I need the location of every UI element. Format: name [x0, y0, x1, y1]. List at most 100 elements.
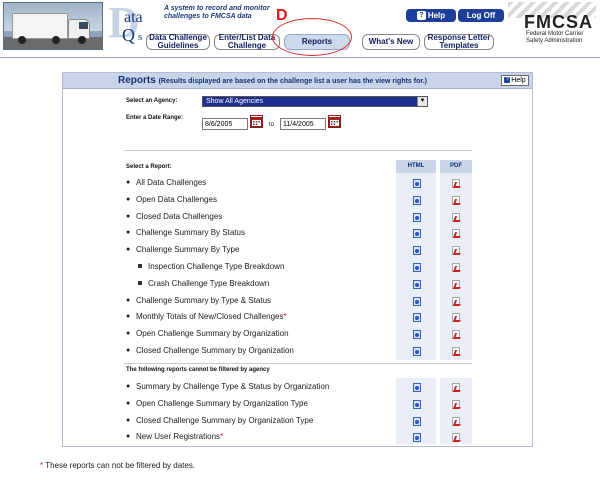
- report-link[interactable]: ● All Data Challenges: [126, 178, 206, 187]
- pdf-report-icon[interactable]: [452, 347, 460, 356]
- report-link[interactable]: Crash Challenge Type Breakdown: [138, 279, 269, 288]
- bullet-icon: ●: [126, 313, 131, 321]
- unfiltered-label: The following reports cannot be filtered…: [126, 367, 270, 373]
- date-to-input[interactable]: 11/4/2005: [280, 118, 326, 130]
- pdf-report-icon[interactable]: [452, 313, 460, 323]
- pdf-report-icon[interactable]: [452, 330, 460, 340]
- report-link[interactable]: ● Monthly Totals of New/Closed Challenges…: [126, 312, 287, 321]
- report-label-text: Challenge Summary By Type: [136, 245, 240, 255]
- pdf-report-icon[interactable]: [452, 399, 460, 409]
- divider: [124, 363, 472, 364]
- bullet-icon: ●: [126, 246, 131, 254]
- report-link[interactable]: ● Challenge Summary by Type & Status: [126, 296, 271, 305]
- panel-title: Reports (Results displayed are based on …: [118, 75, 427, 86]
- date-range-separator: to: [269, 122, 275, 128]
- pdf-report-icon[interactable]: [452, 229, 460, 239]
- divider: [124, 150, 472, 151]
- square-bullet-icon: [138, 264, 142, 269]
- report-label-text: Closed Challenge Summary by Organization: [136, 346, 294, 355]
- agency-select[interactable]: Show All Agencies ▼: [202, 96, 428, 107]
- report-link[interactable]: ● Challenge Summary By Status: [126, 228, 245, 237]
- html-report-icon[interactable]: [413, 279, 421, 289]
- html-report-icon[interactable]: [413, 179, 421, 188]
- help-icon: ?: [504, 77, 511, 83]
- help-button[interactable]: ? Help: [406, 9, 456, 22]
- tab-data-challenge-guidelines[interactable]: Data Challenge Guidelines: [146, 34, 210, 50]
- bullet-icon: ●: [126, 383, 131, 390]
- date-filter-asterisk: *: [283, 312, 287, 322]
- html-report-icon[interactable]: [413, 347, 421, 356]
- bullet-icon: ●: [126, 212, 131, 220]
- page: D ata Q s A system to record and monitor…: [0, 0, 600, 480]
- square-bullet-icon: [138, 281, 142, 286]
- date-from-input[interactable]: 8/6/2005: [202, 118, 248, 130]
- panel-title-note: (Results displayed are based on the chal…: [158, 78, 427, 85]
- report-link[interactable]: ● Open Data Challenges: [126, 195, 217, 204]
- dropdown-arrow-icon[interactable]: ▼: [417, 97, 427, 106]
- html-report-icon[interactable]: [413, 383, 421, 392]
- report-label-text: Summary by Challenge Type & Status by Or…: [136, 382, 330, 391]
- bullet-icon: ●: [126, 347, 131, 354]
- report-label-text: New User Registrations: [136, 432, 221, 442]
- html-report-icon[interactable]: [413, 296, 421, 306]
- date-filter-asterisk: *: [220, 432, 224, 442]
- html-report-icon[interactable]: [413, 433, 421, 443]
- pdf-report-icon[interactable]: [452, 246, 460, 256]
- annotation-marker: D: [276, 7, 288, 24]
- report-link[interactable]: ● Closed Data Challenges: [126, 212, 222, 221]
- report-label-text: All Data Challenges: [136, 178, 207, 187]
- calendar-icon[interactable]: [250, 115, 263, 128]
- tab-enter-list-data-challenge[interactable]: Enter/List Data Challenge: [214, 34, 280, 50]
- html-report-icon[interactable]: [413, 313, 421, 323]
- footnote: * These reports can not be filtered by d…: [40, 461, 196, 470]
- pdf-report-icon[interactable]: [452, 179, 460, 188]
- html-report-icon[interactable]: [413, 229, 421, 239]
- html-report-icon[interactable]: [413, 246, 421, 256]
- logoff-button[interactable]: Log Off: [458, 9, 504, 22]
- tab-response-letter-templates[interactable]: Response Letter Templates: [424, 34, 494, 50]
- calendar-icon[interactable]: [328, 115, 341, 128]
- header-divider: [0, 57, 600, 58]
- report-link[interactable]: ● Closed Challenge Summary by Organizatio…: [126, 346, 294, 355]
- html-report-icon[interactable]: [413, 330, 421, 340]
- pdf-report-icon[interactable]: [452, 433, 460, 443]
- report-link[interactable]: ● Open Challenge Summary by Organization …: [126, 399, 308, 408]
- report-link[interactable]: ● Challenge Summary By Type: [126, 245, 239, 254]
- report-label: Select a Report:: [126, 164, 172, 170]
- html-report-icon[interactable]: [413, 212, 421, 222]
- pdf-report-icon[interactable]: [452, 279, 460, 289]
- report-label-text: Open Challenge Summary by Organization T…: [136, 398, 308, 408]
- report-label-text: Open Challenge Summary by Organization: [136, 329, 289, 339]
- panel-header: Reports (Results displayed are based on …: [63, 73, 532, 89]
- bullet-icon: ●: [126, 195, 131, 203]
- html-report-icon[interactable]: [413, 195, 421, 205]
- report-label-text: Challenge Summary by Type & Status: [136, 295, 272, 305]
- html-report-icon[interactable]: [413, 416, 421, 426]
- bullet-icon: ●: [126, 296, 131, 304]
- fmcsa-subtitle: Federal Motor Carrier Safety Administrat…: [526, 31, 584, 44]
- report-link[interactable]: ● New User Registrations*: [126, 432, 223, 441]
- bullet-icon: ●: [126, 416, 131, 424]
- report-link[interactable]: ● Closed Challenge Summary by Organizatio…: [126, 416, 313, 425]
- truck-photo: [3, 2, 103, 50]
- report-label-text: Crash Challenge Type Breakdown: [148, 278, 270, 288]
- pdf-report-icon[interactable]: [452, 383, 460, 392]
- report-link[interactable]: Inspection Challenge Type Breakdown: [138, 262, 284, 271]
- report-link[interactable]: ● Open Challenge Summary by Organization: [126, 329, 289, 338]
- tab-whats-new[interactable]: What's New: [362, 34, 420, 50]
- report-label-text: Closed Challenge Summary by Organization…: [136, 415, 314, 425]
- pdf-report-icon[interactable]: [452, 195, 460, 205]
- report-link[interactable]: ● Summary by Challenge Type & Status by O…: [126, 382, 329, 391]
- html-report-icon[interactable]: [413, 399, 421, 409]
- panel-help-button[interactable]: ? Help: [501, 75, 529, 86]
- pdf-report-icon[interactable]: [452, 212, 460, 222]
- bullet-icon: ●: [126, 399, 131, 407]
- fmcsa-name: FMCSA: [524, 12, 593, 32]
- fmcsa-logo: FMCSA Federal Motor Carrier Safety Admin…: [508, 2, 596, 46]
- pdf-report-icon[interactable]: [452, 296, 460, 306]
- tagline: A system to record and monitor challenge…: [164, 5, 270, 20]
- pdf-report-icon[interactable]: [452, 416, 460, 426]
- pdf-report-icon[interactable]: [452, 263, 460, 272]
- tab-reports[interactable]: Reports: [284, 34, 350, 50]
- html-report-icon[interactable]: [413, 263, 421, 272]
